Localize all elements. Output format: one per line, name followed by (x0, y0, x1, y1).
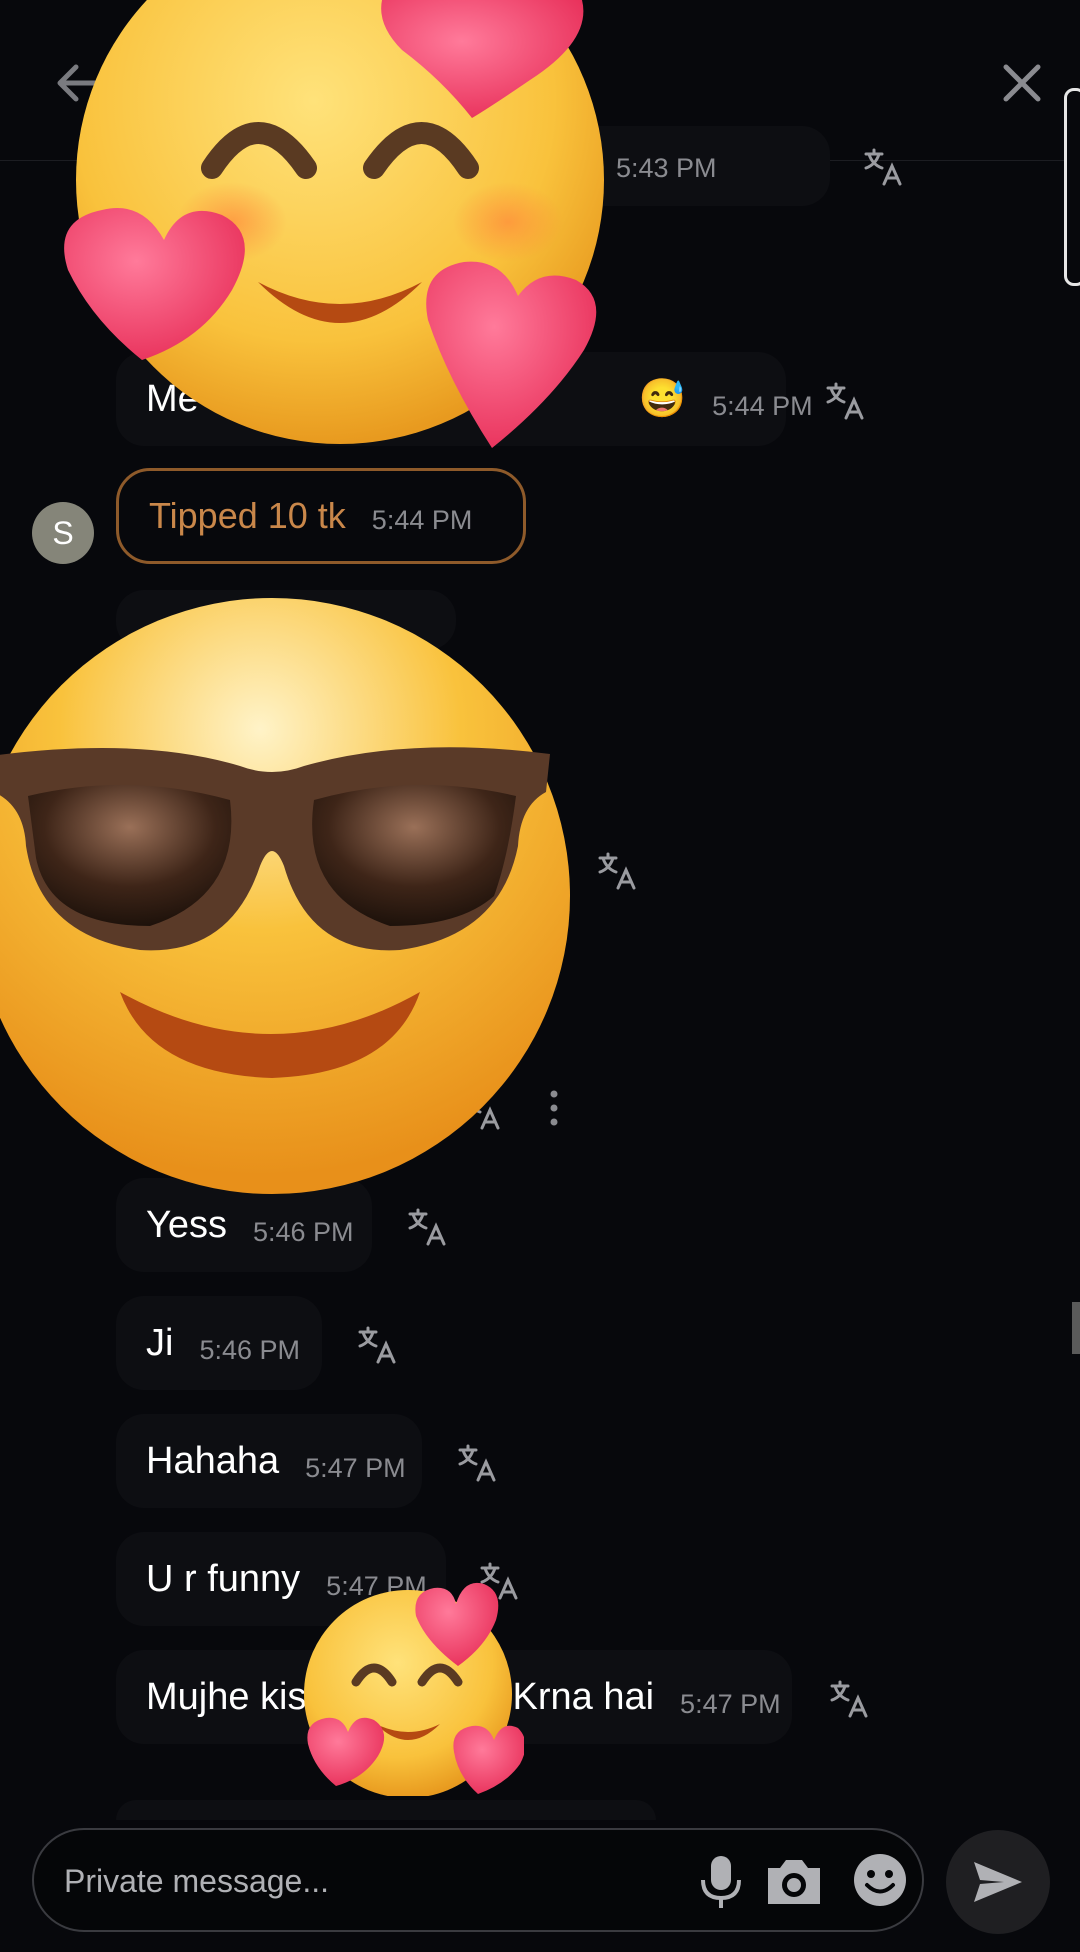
smiley-icon[interactable] (852, 1852, 908, 1908)
translate-icon[interactable] (828, 1678, 870, 1720)
message-bubble[interactable]: Hahaha 5:47 PM (116, 1414, 422, 1508)
microphone-icon[interactable] (696, 1854, 746, 1910)
send-icon (974, 1862, 1022, 1902)
tip-text: Tipped 10 tk (149, 495, 346, 536)
translate-icon[interactable] (596, 850, 638, 892)
tip-message[interactable]: Tipped 10 tk 5:44 PM (116, 468, 526, 564)
message-bubble[interactable]: Ji 5:46 PM (116, 1296, 322, 1390)
message-text: Ji (146, 1321, 174, 1364)
translate-icon[interactable] (456, 1442, 498, 1484)
message-time: 5:44 PM (371, 504, 473, 535)
message-text: Hahaha (146, 1439, 280, 1482)
avatar-initial: S (52, 514, 74, 551)
translate-icon[interactable] (406, 1206, 448, 1248)
message-time: 5:46 PM (253, 1216, 354, 1247)
translate-icon[interactable] (862, 146, 904, 188)
smiling-face-with-hearts-emoji-small (304, 1582, 524, 1796)
message-text: Krna hai (512, 1675, 655, 1718)
send-button[interactable] (946, 1830, 1050, 1934)
translate-icon[interactable] (824, 380, 866, 422)
edge-handle[interactable] (1064, 88, 1080, 286)
message-text: U r funny (146, 1557, 301, 1600)
message-time: 5:44 PM (712, 390, 813, 421)
inline-emoji: 😅 (638, 378, 687, 420)
close-button[interactable] (994, 55, 1050, 111)
smiling-face-with-hearts-emoji (64, 0, 604, 448)
avatar[interactable]: S (32, 502, 94, 564)
close-icon (1003, 64, 1041, 102)
sunglasses-face-emoji (0, 598, 570, 1194)
message-time: 5:47 PM (680, 1688, 781, 1719)
private-message-input[interactable] (62, 1852, 686, 1910)
camera-icon[interactable] (764, 1856, 824, 1908)
message-time: 5:47 PM (305, 1452, 406, 1483)
message-time: 5:46 PM (199, 1334, 301, 1365)
translate-icon[interactable] (356, 1324, 398, 1366)
message-text: Yess (146, 1203, 227, 1246)
message-text: Mujhe kis (146, 1675, 307, 1718)
message-time: 5:43 PM (616, 152, 717, 183)
scrollbar-thumb[interactable] (1072, 1302, 1080, 1354)
message-composer (32, 1828, 924, 1932)
message-bubble[interactable] (116, 1800, 656, 1820)
